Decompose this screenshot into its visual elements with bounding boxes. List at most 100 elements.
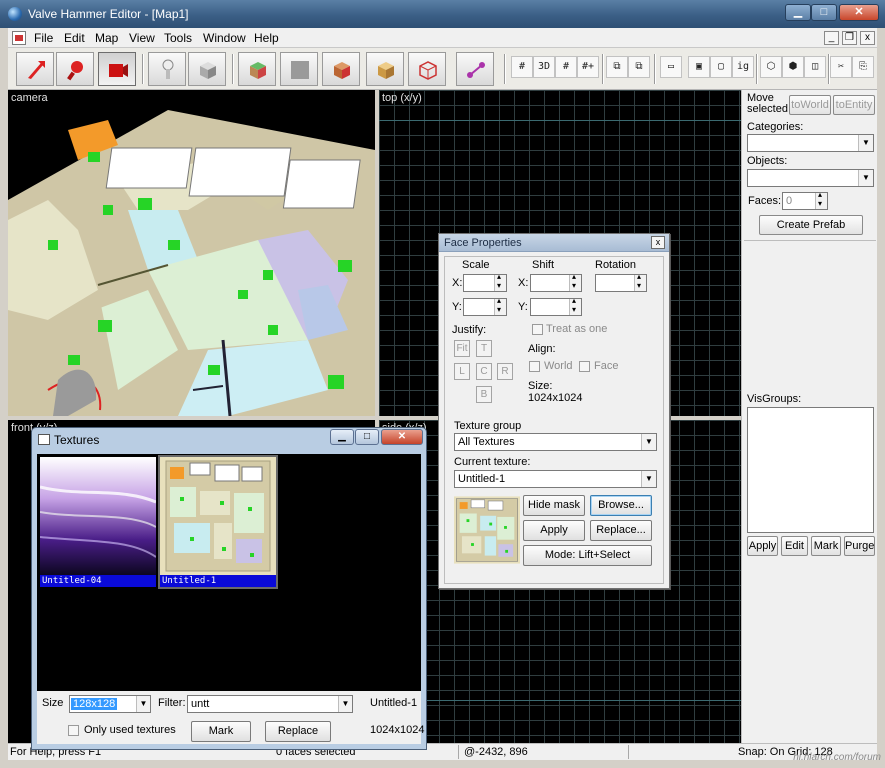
justify-left-button[interactable]: L	[454, 363, 470, 380]
show-all-button[interactable]: ▢	[710, 56, 732, 78]
justify-top-button[interactable]: T	[476, 340, 492, 357]
replace-button[interactable]: Replace...	[590, 520, 652, 541]
menu-window[interactable]: Window	[203, 31, 246, 45]
shift-y-spinner[interactable]	[530, 296, 582, 316]
mode-lift-select-button[interactable]: Mode: Lift+Select	[523, 545, 652, 566]
align-face-checkbox[interactable]	[579, 361, 590, 372]
close-button[interactable]: ✕	[839, 4, 879, 21]
document-icon[interactable]	[12, 31, 26, 45]
menu-help[interactable]: Help	[254, 31, 279, 45]
hammer-app-icon[interactable]	[8, 7, 22, 21]
spinner-arrows-icon[interactable]	[494, 296, 506, 315]
justify-center-button[interactable]: C	[476, 363, 492, 380]
face-properties-title-bar[interactable]: Face Properties x	[439, 234, 669, 252]
size-dropdown[interactable]: 128x128 ▼	[69, 695, 151, 713]
texture-lock-button[interactable]: ◫	[804, 56, 826, 78]
justify-fit-button[interactable]: Fit	[454, 340, 470, 357]
current-texture-value: Untitled-1	[458, 473, 506, 485]
visgroups-list[interactable]	[747, 407, 874, 533]
to-entity-button[interactable]: toEntity	[833, 95, 875, 115]
hide-selected-button[interactable]: ▭	[660, 56, 682, 78]
only-used-textures-checkbox[interactable]	[68, 725, 79, 736]
spinner-arrows-icon[interactable]	[569, 272, 581, 291]
mdi-minimize-button[interactable]: _	[824, 31, 839, 45]
menu-map[interactable]: Map	[95, 31, 118, 45]
apply-texture-icon	[291, 61, 309, 79]
visgroup-mark-button[interactable]: Mark	[811, 536, 841, 556]
clipping-tool-button[interactable]	[366, 52, 404, 86]
camera-tool-button[interactable]	[98, 52, 136, 86]
hide-unselected-button[interactable]: ▣	[688, 56, 710, 78]
menu-tools[interactable]: Tools	[164, 31, 192, 45]
texture-group-dropdown[interactable]: All Textures ▼	[454, 433, 657, 451]
carve-button[interactable]: ⬡	[760, 56, 782, 78]
maximize-button[interactable]: □	[811, 4, 837, 21]
apply-button[interactable]: Apply	[523, 520, 585, 541]
toggle-3d-grid-button[interactable]: 3D	[533, 56, 555, 78]
align-world-checkbox[interactable]	[529, 361, 540, 372]
spinner-arrows-icon[interactable]	[494, 272, 506, 291]
spinner-arrows-icon[interactable]	[634, 272, 646, 291]
hide-mask-button[interactable]: Hide mask	[523, 495, 585, 516]
filter-input[interactable]: untt ▼	[187, 695, 353, 713]
scale-x-spinner[interactable]	[463, 272, 507, 292]
objects-dropdown[interactable]: ▼	[747, 169, 874, 187]
texture-tile[interactable]: Untitled-04	[40, 457, 156, 587]
to-world-button[interactable]: toWorld	[789, 95, 831, 115]
block-tool-button[interactable]	[188, 52, 226, 86]
ungroup-button[interactable]: ⧉	[628, 56, 650, 78]
camera-viewport[interactable]: camera	[8, 90, 375, 416]
categories-dropdown[interactable]: ▼	[747, 134, 874, 152]
selection-tool-button[interactable]	[16, 52, 54, 86]
minimize-button[interactable]: ▁	[785, 4, 811, 21]
textures-minimize-button[interactable]: ▁	[330, 429, 354, 445]
clip-icon	[378, 62, 394, 79]
toggle-grid-button[interactable]: #	[511, 56, 533, 78]
cut-button[interactable]: ✂	[830, 56, 852, 78]
texture-tile-selected[interactable]: Untitled-1	[158, 455, 278, 589]
magnify-tool-button[interactable]	[56, 52, 94, 86]
mdi-close-button[interactable]: x	[860, 31, 875, 45]
visgroup-edit-button[interactable]: Edit	[781, 536, 808, 556]
size-label: Size:	[528, 380, 553, 392]
spinner-arrows-icon[interactable]	[815, 190, 827, 209]
current-texture-dropdown[interactable]: Untitled-1 ▼	[454, 470, 657, 488]
browse-button[interactable]: Browse...	[590, 495, 652, 516]
texture-mark-button[interactable]: Mark	[191, 721, 251, 742]
hollow-button[interactable]: ⬢	[782, 56, 804, 78]
mdi-restore-button[interactable]: ❐	[842, 31, 857, 45]
group-button[interactable]: ⧉	[606, 56, 628, 78]
apply-current-texture-tool-button[interactable]	[280, 52, 318, 86]
faces-spinner[interactable]: 0	[782, 190, 828, 210]
rotation-spinner[interactable]	[595, 272, 647, 292]
face-properties-close-button[interactable]: x	[651, 236, 665, 249]
menu-view[interactable]: View	[129, 31, 155, 45]
visgroup-purge-button[interactable]: Purge	[844, 536, 875, 556]
texture-application-tool-button[interactable]	[238, 52, 276, 86]
justify-bottom-button[interactable]: B	[476, 386, 492, 403]
ignore-groups-button[interactable]: ig	[732, 56, 754, 78]
texture-browser-canvas[interactable]: Untitled-04 Untitled-1	[37, 454, 421, 691]
menu-edit[interactable]: Edit	[64, 31, 85, 45]
justify-right-button[interactable]: R	[497, 363, 513, 380]
path-tool-button[interactable]	[456, 52, 494, 86]
treat-as-one-checkbox[interactable]	[532, 324, 543, 335]
spinner-arrows-icon[interactable]	[569, 296, 581, 315]
smaller-grid-button[interactable]: #	[555, 56, 577, 78]
shift-x-spinner[interactable]	[530, 272, 582, 292]
create-prefab-button[interactable]: Create Prefab	[759, 215, 863, 235]
scale-x-label: X:	[452, 277, 463, 289]
faces-value: 0	[786, 195, 793, 207]
textures-maximize-button[interactable]: □	[355, 429, 379, 445]
decal-tool-button[interactable]	[322, 52, 360, 86]
shift-x-label: X:	[518, 277, 529, 289]
menu-file[interactable]: File	[34, 31, 53, 45]
scale-y-spinner[interactable]	[463, 296, 507, 316]
entity-tool-button[interactable]	[148, 52, 186, 86]
textures-close-button[interactable]: ✕	[381, 429, 423, 445]
larger-grid-button[interactable]: #+	[577, 56, 599, 78]
copy-button[interactable]: ⎘	[852, 56, 874, 78]
visgroup-apply-button[interactable]: Apply	[747, 536, 778, 556]
vertex-tool-button[interactable]	[408, 52, 446, 86]
texture-replace-button[interactable]: Replace	[265, 721, 331, 742]
